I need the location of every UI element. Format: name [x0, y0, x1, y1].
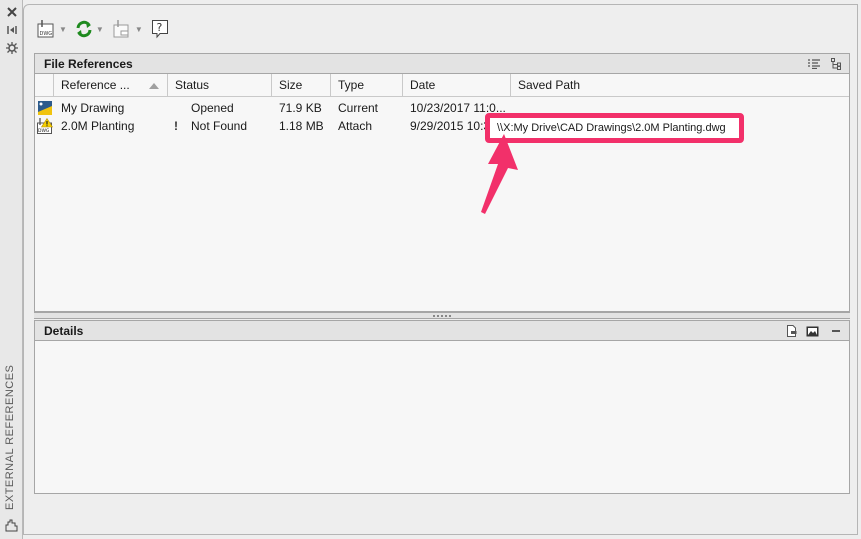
details-panel: Details	[34, 320, 850, 494]
size-text: 1.18 MB	[279, 119, 324, 133]
column-header-date[interactable]: Date	[403, 74, 511, 96]
attach-dwg-button[interactable]: DWG ▼	[36, 18, 73, 40]
grip-icon	[433, 314, 451, 317]
tree-view-icon[interactable]	[829, 57, 843, 71]
status-text: Not Found	[191, 119, 248, 133]
column-header-reference[interactable]: Reference ...	[54, 74, 168, 96]
svg-text:?: ?	[156, 21, 162, 34]
change-path-icon	[113, 20, 129, 38]
preview-icon[interactable]	[805, 324, 819, 338]
column-headers: Reference ... Status Size Type Date Save…	[35, 74, 849, 97]
column-header-type[interactable]: Type	[331, 74, 403, 96]
column-header-size[interactable]: Size	[272, 74, 331, 96]
palette-side-strip: EXTERNAL REFERENCES	[0, 0, 23, 539]
column-header-status[interactable]: Status	[168, 74, 272, 96]
chevron-down-icon[interactable]: ▼	[59, 25, 67, 34]
refresh-icon	[76, 20, 92, 38]
auto-hide-icon[interactable]	[4, 22, 19, 37]
collapse-icon[interactable]	[829, 324, 843, 338]
column-header-saved-path[interactable]: Saved Path	[511, 74, 849, 96]
help-icon: ?	[151, 20, 168, 39]
panel-title: File References	[44, 56, 133, 71]
attach-dwg-icon: DWG	[37, 20, 54, 38]
refresh-button[interactable]: ▼	[75, 18, 110, 40]
properties-icon[interactable]	[4, 40, 19, 55]
column-header-icon	[35, 74, 54, 96]
dwg-not-found-icon: DWG	[35, 117, 54, 135]
list-view-icon[interactable]	[807, 57, 821, 71]
chevron-down-icon[interactable]: ▼	[96, 25, 104, 34]
reference-name: 2.0M Planting	[61, 119, 135, 133]
status-text: Opened	[191, 101, 234, 115]
annotation-arrow-icon	[481, 134, 518, 214]
xref-palette-icon[interactable]	[4, 518, 19, 533]
help-button[interactable]: ?	[151, 18, 169, 40]
close-icon[interactable]	[4, 4, 19, 19]
reference-name: My Drawing	[61, 101, 125, 115]
file-references-panel: File References Reference ... Status Siz…	[34, 53, 850, 312]
chevron-down-icon[interactable]: ▼	[135, 25, 143, 34]
details-view-icon[interactable]	[785, 324, 799, 338]
dwg-label: DWG	[40, 31, 53, 37]
highlighted-saved-path: \\X:My Drive\CAD Drawings\2.0M Planting.…	[485, 113, 744, 143]
svg-text:DWG: DWG	[38, 128, 50, 134]
size-text: 71.9 KB	[279, 101, 322, 115]
panel-splitter[interactable]	[34, 312, 850, 319]
panel-title: Details	[44, 323, 84, 338]
status-warning-icon: !	[174, 119, 178, 133]
sort-ascending-icon	[149, 83, 159, 89]
palette-title: EXTERNAL REFERENCES	[4, 364, 16, 510]
type-text: Current	[338, 101, 379, 115]
change-path-button[interactable]: ▼	[112, 18, 149, 40]
toolbar: DWG ▼ ▼ ▼ ?	[36, 17, 169, 41]
type-text: Attach	[338, 119, 373, 133]
current-drawing-icon	[35, 99, 54, 117]
file-references-header: File References	[35, 54, 849, 74]
status-warning	[168, 99, 184, 117]
details-header: Details	[35, 321, 849, 341]
external-references-palette: DWG ▼ ▼ ▼ ? File References Reference ..…	[23, 4, 858, 535]
